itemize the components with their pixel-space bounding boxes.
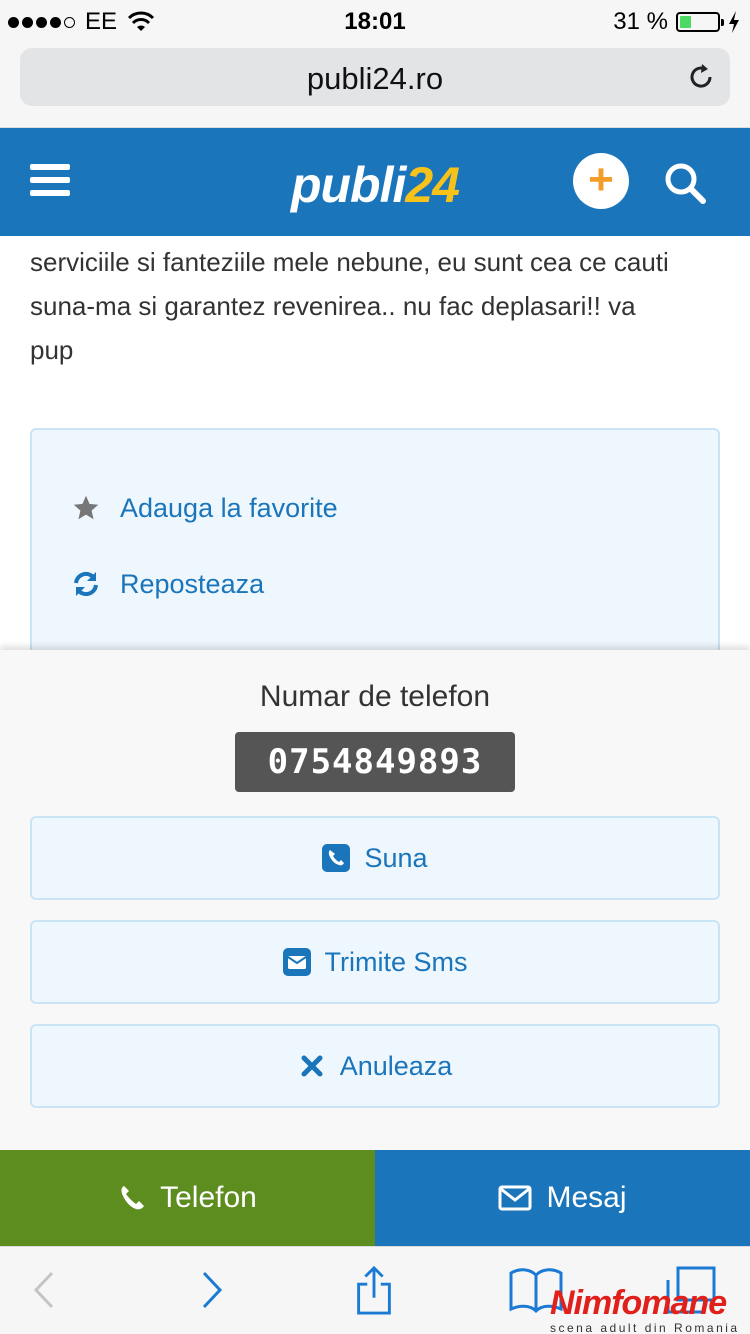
status-bar: EE 18:01 31 %: [0, 0, 750, 40]
envelope-icon: [498, 1185, 532, 1211]
phone-icon: [121, 1186, 145, 1210]
watermark-title: Nimfomane: [550, 1284, 727, 1322]
listing-actions-box: Adauga la favorite Reposteaza: [30, 428, 720, 688]
phone-icon: [322, 844, 351, 872]
call-label: Suna: [364, 842, 428, 873]
forward-icon[interactable]: [198, 1265, 226, 1315]
close-icon: [298, 1052, 326, 1080]
battery-status: 31 %: [613, 8, 740, 36]
charging-icon: [729, 11, 739, 33]
share-icon[interactable]: [352, 1265, 396, 1315]
call-button[interactable]: Suna: [30, 816, 720, 900]
add-favorite-link[interactable]: Adauga la favorite: [70, 492, 338, 524]
repost-label: Reposteaza: [120, 568, 265, 599]
envelope-icon: [282, 948, 311, 976]
watermark-subtitle: scena adult din Romania: [550, 1321, 740, 1334]
refresh-icon: [70, 568, 102, 600]
address-bar[interactable]: publi24.ro: [20, 48, 730, 106]
star-icon: [70, 492, 102, 524]
cancel-button[interactable]: Anuleaza: [30, 1024, 720, 1108]
add-listing-button[interactable]: +: [573, 153, 629, 209]
phone-number-sheet: Numar de telefon 0754849893 Suna Trimite…: [0, 650, 750, 1150]
phone-contact-button[interactable]: Telefon: [0, 1150, 375, 1246]
send-sms-button[interactable]: Trimite Sms: [30, 920, 720, 1004]
battery-icon: [676, 12, 724, 32]
phone-contact-label: Telefon: [160, 1181, 257, 1214]
send-sms-label: Trimite Sms: [324, 946, 468, 977]
logo-number: 24: [405, 157, 460, 213]
site-header: publi24 +: [0, 128, 750, 236]
message-contact-button[interactable]: Mesaj: [375, 1150, 750, 1246]
watermark-logo: Nimfomane scena adult din Romania: [550, 1285, 750, 1334]
description-line: pup: [30, 335, 74, 365]
phone-number: 0754849893: [235, 732, 515, 792]
url-text[interactable]: publi24.ro: [20, 61, 730, 97]
browser-address-area: publi24.ro: [0, 40, 750, 128]
cancel-label: Anuleaza: [339, 1050, 453, 1081]
contact-bar: Telefon Mesaj: [0, 1150, 750, 1246]
logo-text: publi: [290, 157, 406, 213]
sheet-title: Numar de telefon: [259, 680, 491, 713]
listing-description: serviciile si fanteziile mele nebune, eu…: [30, 240, 730, 372]
message-contact-label: Mesaj: [546, 1181, 627, 1214]
battery-percent: 31 %: [613, 8, 668, 35]
add-favorite-label: Adauga la favorite: [120, 492, 338, 523]
description-line: serviciile si fanteziile mele nebune, eu…: [30, 247, 669, 277]
back-icon[interactable]: [30, 1265, 58, 1315]
search-icon[interactable]: [662, 160, 708, 206]
repost-link[interactable]: Reposteaza: [70, 568, 264, 600]
description-line: suna-ma si garantez revenirea.. nu fac d…: [30, 291, 636, 321]
site-logo[interactable]: publi24: [0, 156, 750, 214]
reload-icon[interactable]: [686, 62, 716, 92]
